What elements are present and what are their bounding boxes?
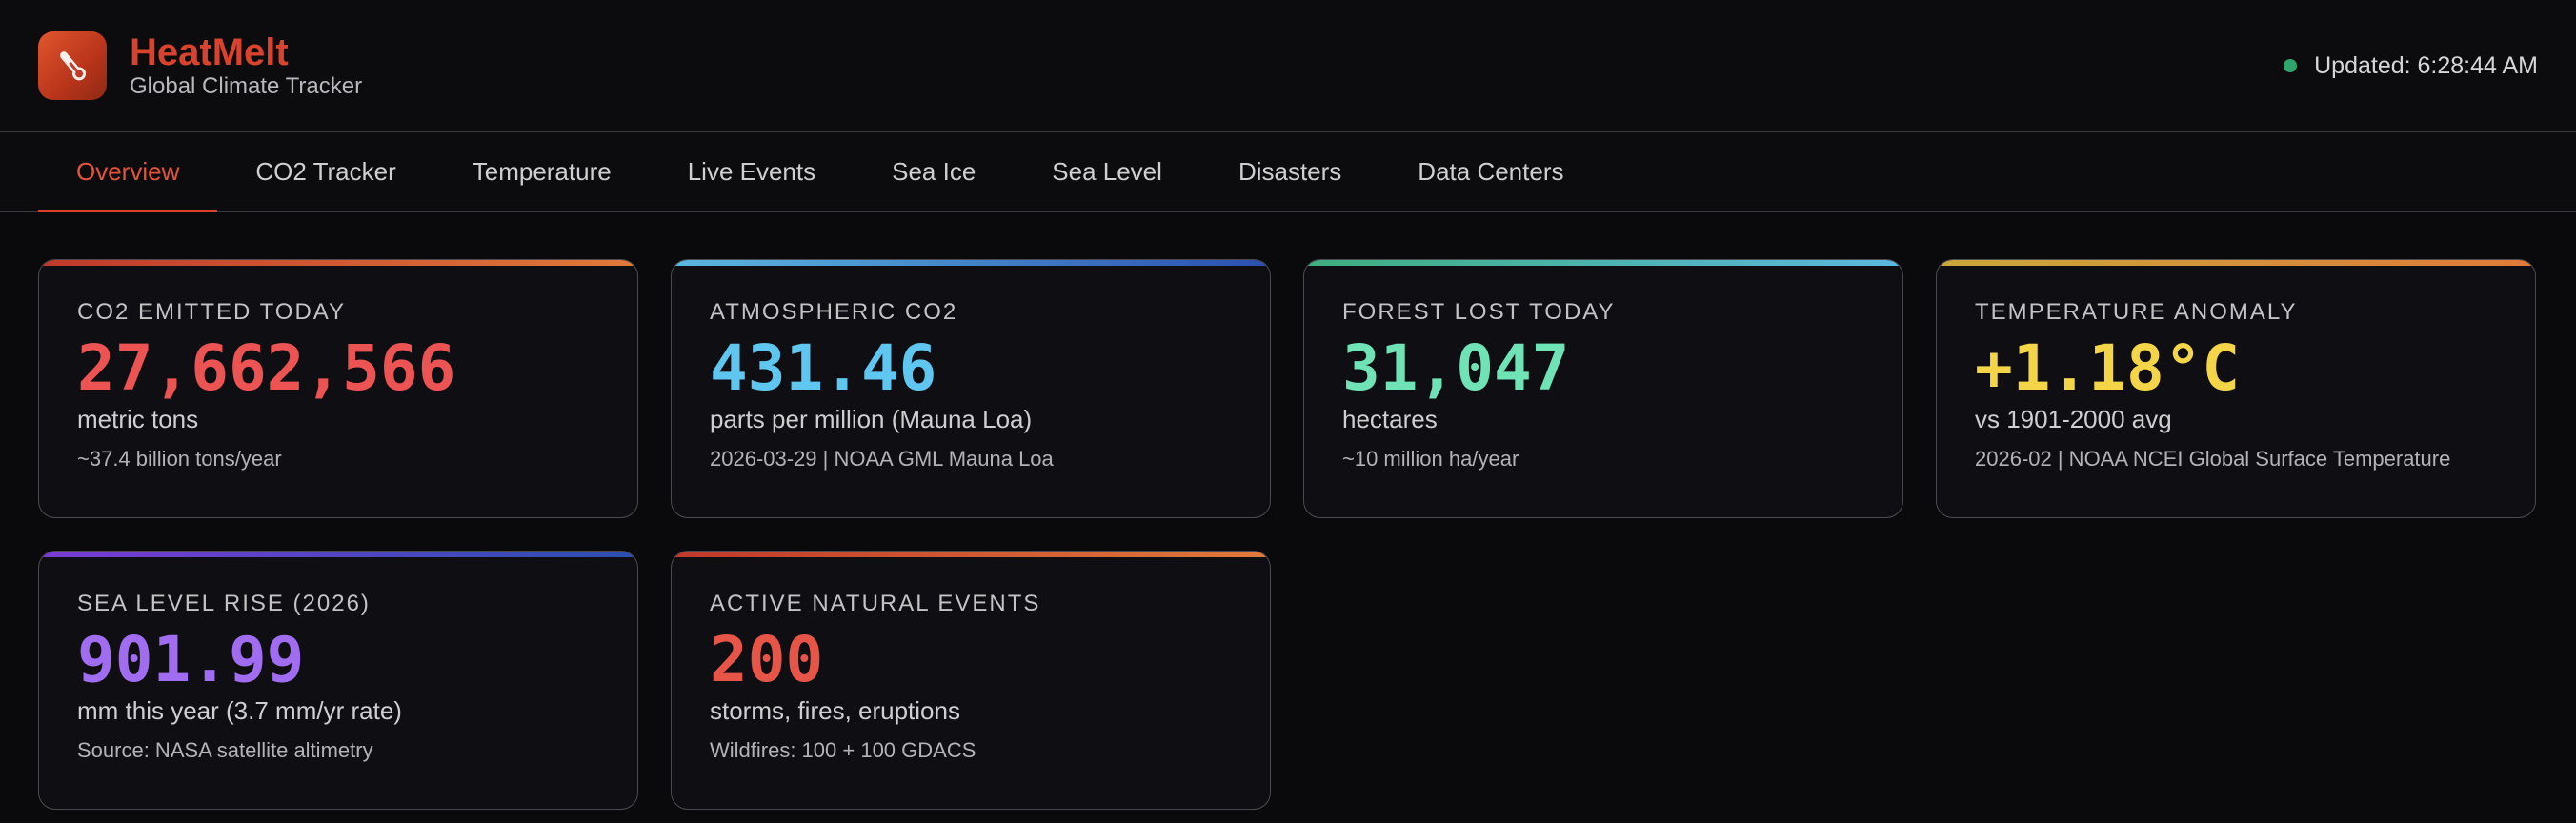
app-subtitle: Global Climate Tracker <box>130 73 363 99</box>
stat-card-sea-level-rise: SEA LEVEL RISE (2026) 901.99 mm this yea… <box>38 551 638 810</box>
tab-label: Live Events <box>687 157 816 186</box>
tab-label: CO2 Tracker <box>255 157 396 186</box>
stat-label: FOREST LOST TODAY <box>1342 299 1616 325</box>
tab-live-events[interactable]: Live Events <box>650 132 854 211</box>
stat-label: TEMPERATURE ANOMALY <box>1975 299 2298 325</box>
stat-unit: hectares <box>1342 405 1438 433</box>
stat-card-active-natural-events: ACTIVE NATURAL EVENTS 200 storms, fires,… <box>671 551 1271 810</box>
tab-label: Data Centers <box>1418 157 1564 186</box>
stat-unit: parts per million (Mauna Loa) <box>710 405 1033 433</box>
stat-note: Source: NASA satellite altimetry <box>77 738 373 762</box>
stat-note: 2026-02 | NOAA NCEI Global Surface Tempe… <box>1975 447 2451 471</box>
tab-temperature[interactable]: Temperature <box>434 132 650 211</box>
stat-value: 31,047 <box>1342 331 1570 405</box>
tab-label: Overview <box>76 157 180 186</box>
update-status: Updated: 6:28:44 AM <box>2284 52 2538 80</box>
stat-label: CO2 EMITTED TODAY <box>77 299 347 325</box>
stat-note: 2026-03-29 | NOAA GML Mauna Loa <box>710 447 1054 471</box>
app-title: HeatMelt <box>130 31 289 73</box>
tab-label: Temperature <box>472 157 612 186</box>
stat-note: ~37.4 billion tons/year <box>77 447 282 471</box>
stat-note: ~10 million ha/year <box>1342 447 1519 471</box>
stat-card-co2-emitted: CO2 EMITTED TODAY 27,662,566 metric tons… <box>38 259 638 518</box>
card-accent-bar <box>672 552 1270 557</box>
stat-unit: mm this year (3.7 mm/yr rate) <box>77 696 402 725</box>
card-accent-bar <box>39 260 637 266</box>
card-accent-bar <box>672 260 1270 266</box>
tab-sea-level[interactable]: Sea Level <box>1014 132 1200 211</box>
stat-value: +1.18°C <box>1975 331 2241 405</box>
tab-overview[interactable]: Overview <box>38 132 218 212</box>
tab-label: Disasters <box>1238 157 1342 186</box>
stat-card-forest-lost: FOREST LOST TODAY 31,047 hectares ~10 mi… <box>1303 259 1903 518</box>
stat-unit: vs 1901-2000 avg <box>1975 405 2172 433</box>
brand[interactable]: HeatMelt Global Climate Tracker <box>38 31 362 100</box>
stat-note: Wildfires: 100 + 100 GDACS <box>710 738 976 762</box>
stat-label: SEA LEVEL RISE (2026) <box>77 591 371 616</box>
stat-value: 27,662,566 <box>77 331 456 405</box>
tab-bar: Overview CO2 Tracker Temperature Live Ev… <box>0 132 2576 212</box>
status-dot-icon <box>2284 59 2298 72</box>
tab-label: Sea Ice <box>892 157 976 186</box>
card-accent-bar <box>1304 260 1902 266</box>
stat-label: ATMOSPHERIC CO2 <box>710 299 958 325</box>
thermometer-icon <box>38 31 107 100</box>
stat-unit: storms, fires, eruptions <box>710 696 960 725</box>
stat-card-temperature-anomaly: TEMPERATURE ANOMALY +1.18°C vs 1901-2000… <box>1936 259 2536 518</box>
stat-value: 431.46 <box>710 331 937 405</box>
stat-label: ACTIVE NATURAL EVENTS <box>710 591 1041 616</box>
app-header: HeatMelt Global Climate Tracker Updated:… <box>0 0 2576 132</box>
stat-unit: metric tons <box>77 405 199 433</box>
tab-disasters[interactable]: Disasters <box>1200 132 1379 211</box>
stat-value: 200 <box>710 623 824 696</box>
update-status-text: Updated: 6:28:44 AM <box>2314 51 2538 79</box>
tab-label: Sea Level <box>1052 157 1162 186</box>
card-accent-bar <box>1937 260 2535 266</box>
tab-data-centers[interactable]: Data Centers <box>1379 132 1601 211</box>
card-accent-bar <box>39 552 637 557</box>
tab-sea-ice[interactable]: Sea Ice <box>854 132 1014 211</box>
stat-value: 901.99 <box>77 623 305 696</box>
stat-card-atmospheric-co2: ATMOSPHERIC CO2 431.46 parts per million… <box>671 259 1271 518</box>
tab-co2-tracker[interactable]: CO2 Tracker <box>217 132 433 211</box>
